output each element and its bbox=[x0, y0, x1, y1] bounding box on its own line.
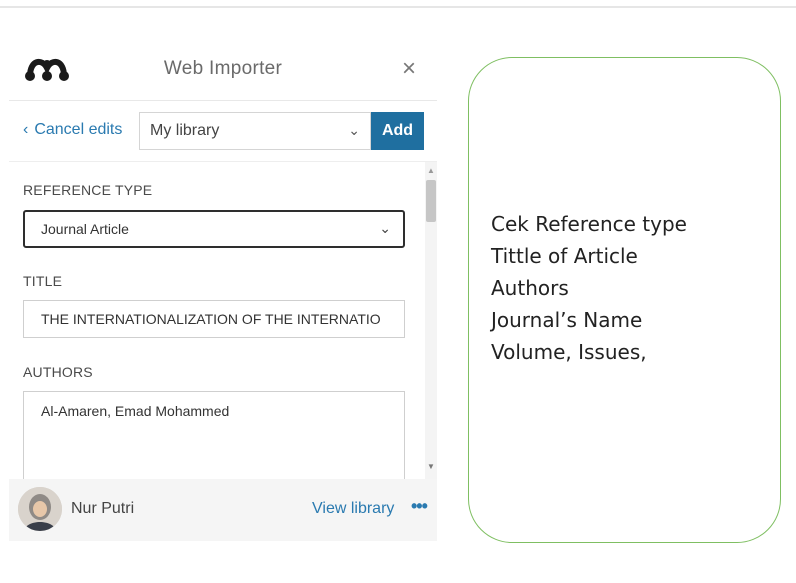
authors-label: AUTHORS bbox=[23, 364, 93, 380]
library-select[interactable]: My library ⌄ bbox=[139, 112, 371, 150]
reference-form: REFERENCE TYPE Journal Article ⌄ TITLE T… bbox=[9, 161, 437, 480]
scroll-up-icon[interactable]: ▲ bbox=[425, 166, 437, 175]
reference-type-select[interactable]: Journal Article ⌄ bbox=[23, 210, 405, 248]
scroll-down-icon[interactable]: ▼ bbox=[425, 462, 437, 471]
note-line: Tittle of Article bbox=[491, 244, 638, 268]
view-library-link[interactable]: View library bbox=[312, 500, 394, 518]
more-dots-icon[interactable]: ••• bbox=[411, 496, 428, 517]
note-line: Authors bbox=[491, 276, 569, 300]
hidden-content-peek bbox=[29, 540, 429, 546]
note-line: Journal’s Name bbox=[491, 308, 643, 332]
chevron-down-icon: ⌄ bbox=[379, 220, 391, 236]
chevron-down-icon: ⌄ bbox=[348, 122, 360, 138]
note-line: Cek Reference type bbox=[491, 212, 687, 236]
annotation-note-text: Cek Reference type Tittle of Article Aut… bbox=[491, 208, 687, 368]
reference-type-label: REFERENCE TYPE bbox=[23, 182, 153, 198]
title-input[interactable]: THE INTERNATIONALIZATION OF THE INTERNAT… bbox=[23, 300, 405, 338]
cancel-edits-button[interactable]: ‹ Cancel edits bbox=[23, 121, 122, 139]
user-name: Nur Putri bbox=[71, 500, 135, 517]
add-button[interactable]: Add bbox=[371, 112, 424, 150]
authors-textarea[interactable]: Al-Amaren, Emad Mohammed bbox=[23, 391, 405, 480]
panel-header: Web Importer × bbox=[9, 40, 437, 101]
web-importer-panel: Web Importer × ‹ Cancel edits My library… bbox=[9, 40, 437, 546]
cancel-edits-label: Cancel edits bbox=[34, 121, 123, 138]
note-line: Volume, Issues, bbox=[491, 340, 647, 364]
top-divider bbox=[0, 6, 796, 8]
form-scrollbar[interactable]: ▲ ▼ bbox=[425, 162, 437, 480]
scrollbar-thumb[interactable] bbox=[426, 180, 436, 222]
avatar[interactable] bbox=[18, 487, 62, 531]
authors-value: Al-Amaren, Emad Mohammed bbox=[41, 403, 230, 419]
title-label: TITLE bbox=[23, 273, 63, 289]
importer-toolbar: ‹ Cancel edits My library ⌄ Add bbox=[9, 101, 437, 161]
reference-type-value: Journal Article bbox=[41, 221, 129, 237]
close-icon[interactable]: × bbox=[396, 56, 422, 82]
panel-footer: Nur Putri View library ••• bbox=[9, 479, 437, 541]
library-select-value: My library bbox=[150, 122, 220, 139]
user-photo-icon bbox=[18, 487, 62, 531]
annotation-note-box: Cek Reference type Tittle of Article Aut… bbox=[468, 57, 781, 543]
title-input-value: THE INTERNATIONALIZATION OF THE INTERNAT… bbox=[41, 311, 381, 327]
chevron-left-icon: ‹ bbox=[23, 121, 29, 138]
panel-title: Web Importer bbox=[163, 58, 283, 79]
